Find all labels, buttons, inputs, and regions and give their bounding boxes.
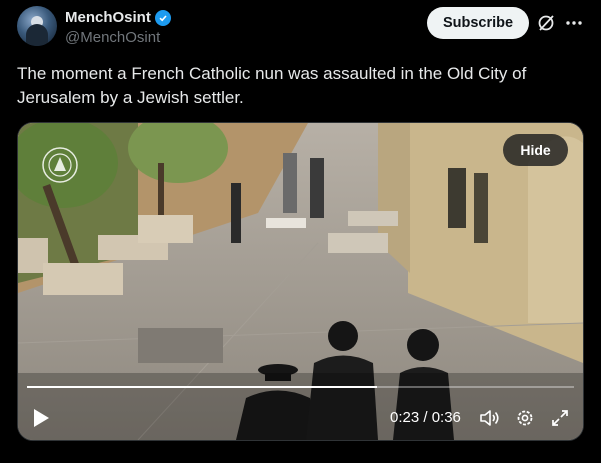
grok-icon[interactable] bbox=[536, 13, 556, 33]
play-icon[interactable] bbox=[32, 408, 50, 428]
video-player[interactable]: Hide 0:23 / 0:36 bbox=[17, 122, 584, 441]
progress-fill bbox=[27, 386, 378, 388]
hide-button[interactable]: Hide bbox=[503, 134, 568, 166]
more-icon[interactable] bbox=[565, 13, 583, 33]
watermark-logo bbox=[42, 147, 78, 183]
volume-icon[interactable] bbox=[479, 408, 501, 428]
fullscreen-icon[interactable] bbox=[551, 409, 569, 427]
tweet-text: The moment a French Catholic nun was ass… bbox=[17, 64, 527, 107]
handle[interactable]: @MenchOsint bbox=[65, 29, 160, 46]
subscribe-button[interactable]: Subscribe bbox=[427, 7, 529, 39]
verified-badge-icon bbox=[154, 9, 171, 26]
progress-bar[interactable] bbox=[27, 386, 574, 388]
author-name-row: MenchOsint bbox=[65, 9, 171, 26]
time-display: 0:23 / 0:36 bbox=[390, 409, 461, 426]
settings-icon[interactable] bbox=[515, 408, 535, 428]
avatar-body bbox=[26, 24, 48, 46]
avatar[interactable] bbox=[17, 6, 57, 46]
video-frame bbox=[18, 123, 583, 440]
display-name[interactable]: MenchOsint bbox=[65, 9, 151, 26]
